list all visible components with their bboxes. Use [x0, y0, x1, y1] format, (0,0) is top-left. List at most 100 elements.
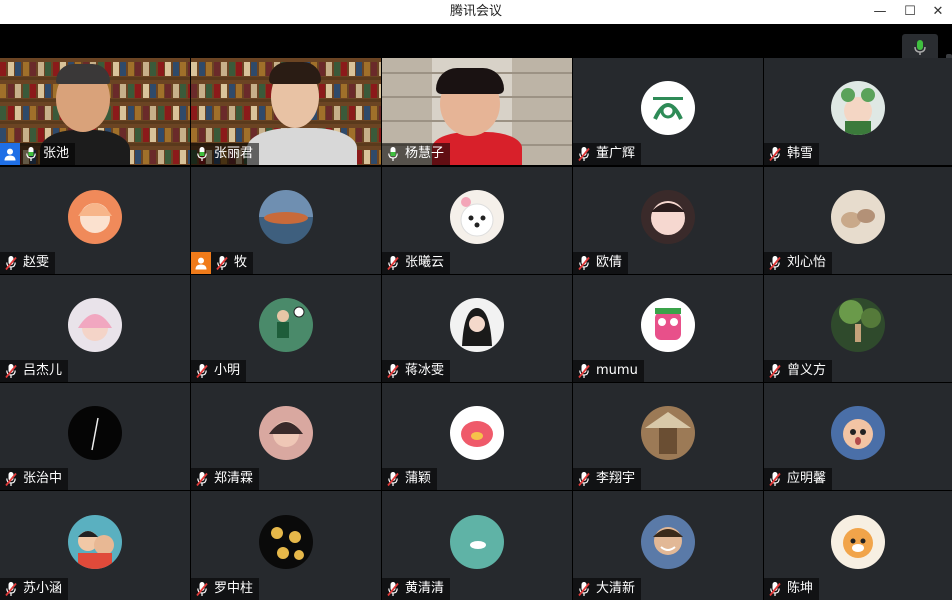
participant-name: 蒲颖 [405, 471, 432, 486]
microphone-muted-icon [213, 252, 231, 274]
microphone-muted-icon [193, 578, 211, 600]
avatar [831, 514, 885, 569]
participant-nametag: 应明馨 [764, 468, 833, 490]
participant-nametag: 张治中 [0, 468, 69, 490]
microphone-muted-icon [575, 252, 593, 274]
participant-nametag: 陈坤 [764, 578, 820, 600]
close-button[interactable]: ✕ [922, 0, 952, 24]
participant-name: 曾义方 [787, 363, 827, 378]
participant-tile[interactable]: 牧 [191, 167, 381, 274]
title-bar: 腾讯会议 — ☐ ✕ [0, 0, 952, 24]
participant-name: 苏小涵 [23, 581, 63, 596]
avatar [68, 405, 122, 460]
participant-nametag: 张曦云 [382, 252, 451, 274]
microphone-muted-icon [193, 360, 211, 382]
avatar [831, 80, 885, 135]
participant-nametag: 李翔宇 [573, 468, 642, 490]
participant-tile[interactable]: 罗中柱 [191, 491, 381, 600]
microphone-muted-icon [575, 360, 593, 382]
avatar [641, 189, 695, 244]
microphone-muted-icon [193, 468, 211, 490]
participant-name: 陈坤 [787, 581, 814, 596]
participant-name: 张池 [43, 146, 70, 161]
microphone-muted-icon [2, 468, 20, 490]
microphone-muted-icon [766, 360, 784, 382]
participant-nametag: 董广辉 [573, 143, 642, 165]
participant-name: 韩雪 [787, 146, 814, 161]
avatar [450, 189, 504, 244]
participant-tile[interactable]: 应明馨 [764, 383, 952, 490]
participant-tile[interactable]: 张曦云 [382, 167, 572, 274]
participant-tile[interactable]: 蒋冰雯 [382, 275, 572, 382]
avatar [641, 405, 695, 460]
participant-name: 张曦云 [405, 255, 445, 270]
participant-nametag: 小明 [191, 360, 247, 382]
participant-nametag: 蒋冰雯 [382, 360, 451, 382]
participant-name: 郑清霖 [214, 471, 254, 486]
avatar [259, 514, 313, 569]
participant-nametag: 郑清霖 [191, 468, 260, 490]
microphone-icon [384, 143, 402, 165]
participant-tile[interactable]: 刘心怡 [764, 167, 952, 274]
avatar [259, 189, 313, 244]
participant-tile[interactable]: 张治中 [0, 383, 190, 490]
avatar [641, 514, 695, 569]
participant-tile[interactable]: mumu [573, 275, 763, 382]
microphone-muted-icon [2, 578, 20, 600]
microphone-muted-icon [766, 468, 784, 490]
microphone-muted-icon [766, 252, 784, 274]
avatar [450, 405, 504, 460]
participant-tile[interactable]: 蒲颖 [382, 383, 572, 490]
participant-nametag: 刘心怡 [764, 252, 833, 274]
participant-name: 杨慧子 [405, 146, 445, 161]
participant-tile[interactable]: 董广辉 [573, 58, 763, 165]
microphone-muted-icon [575, 468, 593, 490]
participant-nametag: 大清新 [573, 578, 642, 600]
microphone-muted-icon [2, 252, 20, 274]
participant-tile[interactable]: 小明 [191, 275, 381, 382]
participant-tile[interactable]: 张丽君 [191, 58, 381, 165]
participant-name: 赵雯 [23, 255, 50, 270]
minimize-button[interactable]: — [864, 0, 896, 24]
participant-tile[interactable]: 韩雪 [764, 58, 952, 165]
avatar [259, 405, 313, 460]
avatar [641, 297, 695, 352]
participant-tile[interactable]: 苏小涵 [0, 491, 190, 600]
participant-name: 罗中柱 [214, 581, 254, 596]
participant-tile[interactable]: 李翔宇 [573, 383, 763, 490]
participant-tile[interactable]: 欧倩 [573, 167, 763, 274]
participant-nametag: 曾义方 [764, 360, 833, 382]
participant-tile[interactable]: 张池 [0, 58, 190, 165]
participant-nametag: 罗中柱 [191, 578, 260, 600]
microphone-muted-icon [384, 578, 402, 600]
microphone-muted-icon [766, 578, 784, 600]
participant-name: 董广辉 [596, 146, 636, 161]
participant-name: 吕杰儿 [23, 363, 63, 378]
participant-nametag: 蒲颖 [382, 468, 438, 490]
host-badge-icon [0, 143, 20, 165]
participant-name: 张治中 [23, 471, 63, 486]
avatar [831, 297, 885, 352]
participant-name: 大清新 [596, 581, 636, 596]
participant-name: 黄清清 [405, 581, 445, 596]
participant-tile[interactable]: 赵雯 [0, 167, 190, 274]
participant-tile[interactable]: 陈坤 [764, 491, 952, 600]
avatar [641, 80, 695, 135]
participant-tile[interactable]: 吕杰儿 [0, 275, 190, 382]
participant-name: 应明馨 [787, 471, 827, 486]
participant-tile[interactable]: 杨慧子 [382, 58, 572, 165]
participant-tile[interactable]: 黄清清 [382, 491, 572, 600]
participant-tile[interactable]: 大清新 [573, 491, 763, 600]
avatar [68, 297, 122, 352]
microphone-muted-icon [575, 578, 593, 600]
participant-nametag: 赵雯 [0, 252, 56, 274]
window-title: 腾讯会议 [449, 4, 502, 19]
participant-nametag: 张池 [20, 143, 76, 165]
avatar [831, 189, 885, 244]
participant-name: 李翔宇 [596, 471, 636, 486]
avatar [831, 405, 885, 460]
participant-nametag: 欧倩 [573, 252, 629, 274]
participant-tile[interactable]: 曾义方 [764, 275, 952, 382]
participant-tile[interactable]: 郑清霖 [191, 383, 381, 490]
avatar [68, 189, 122, 244]
